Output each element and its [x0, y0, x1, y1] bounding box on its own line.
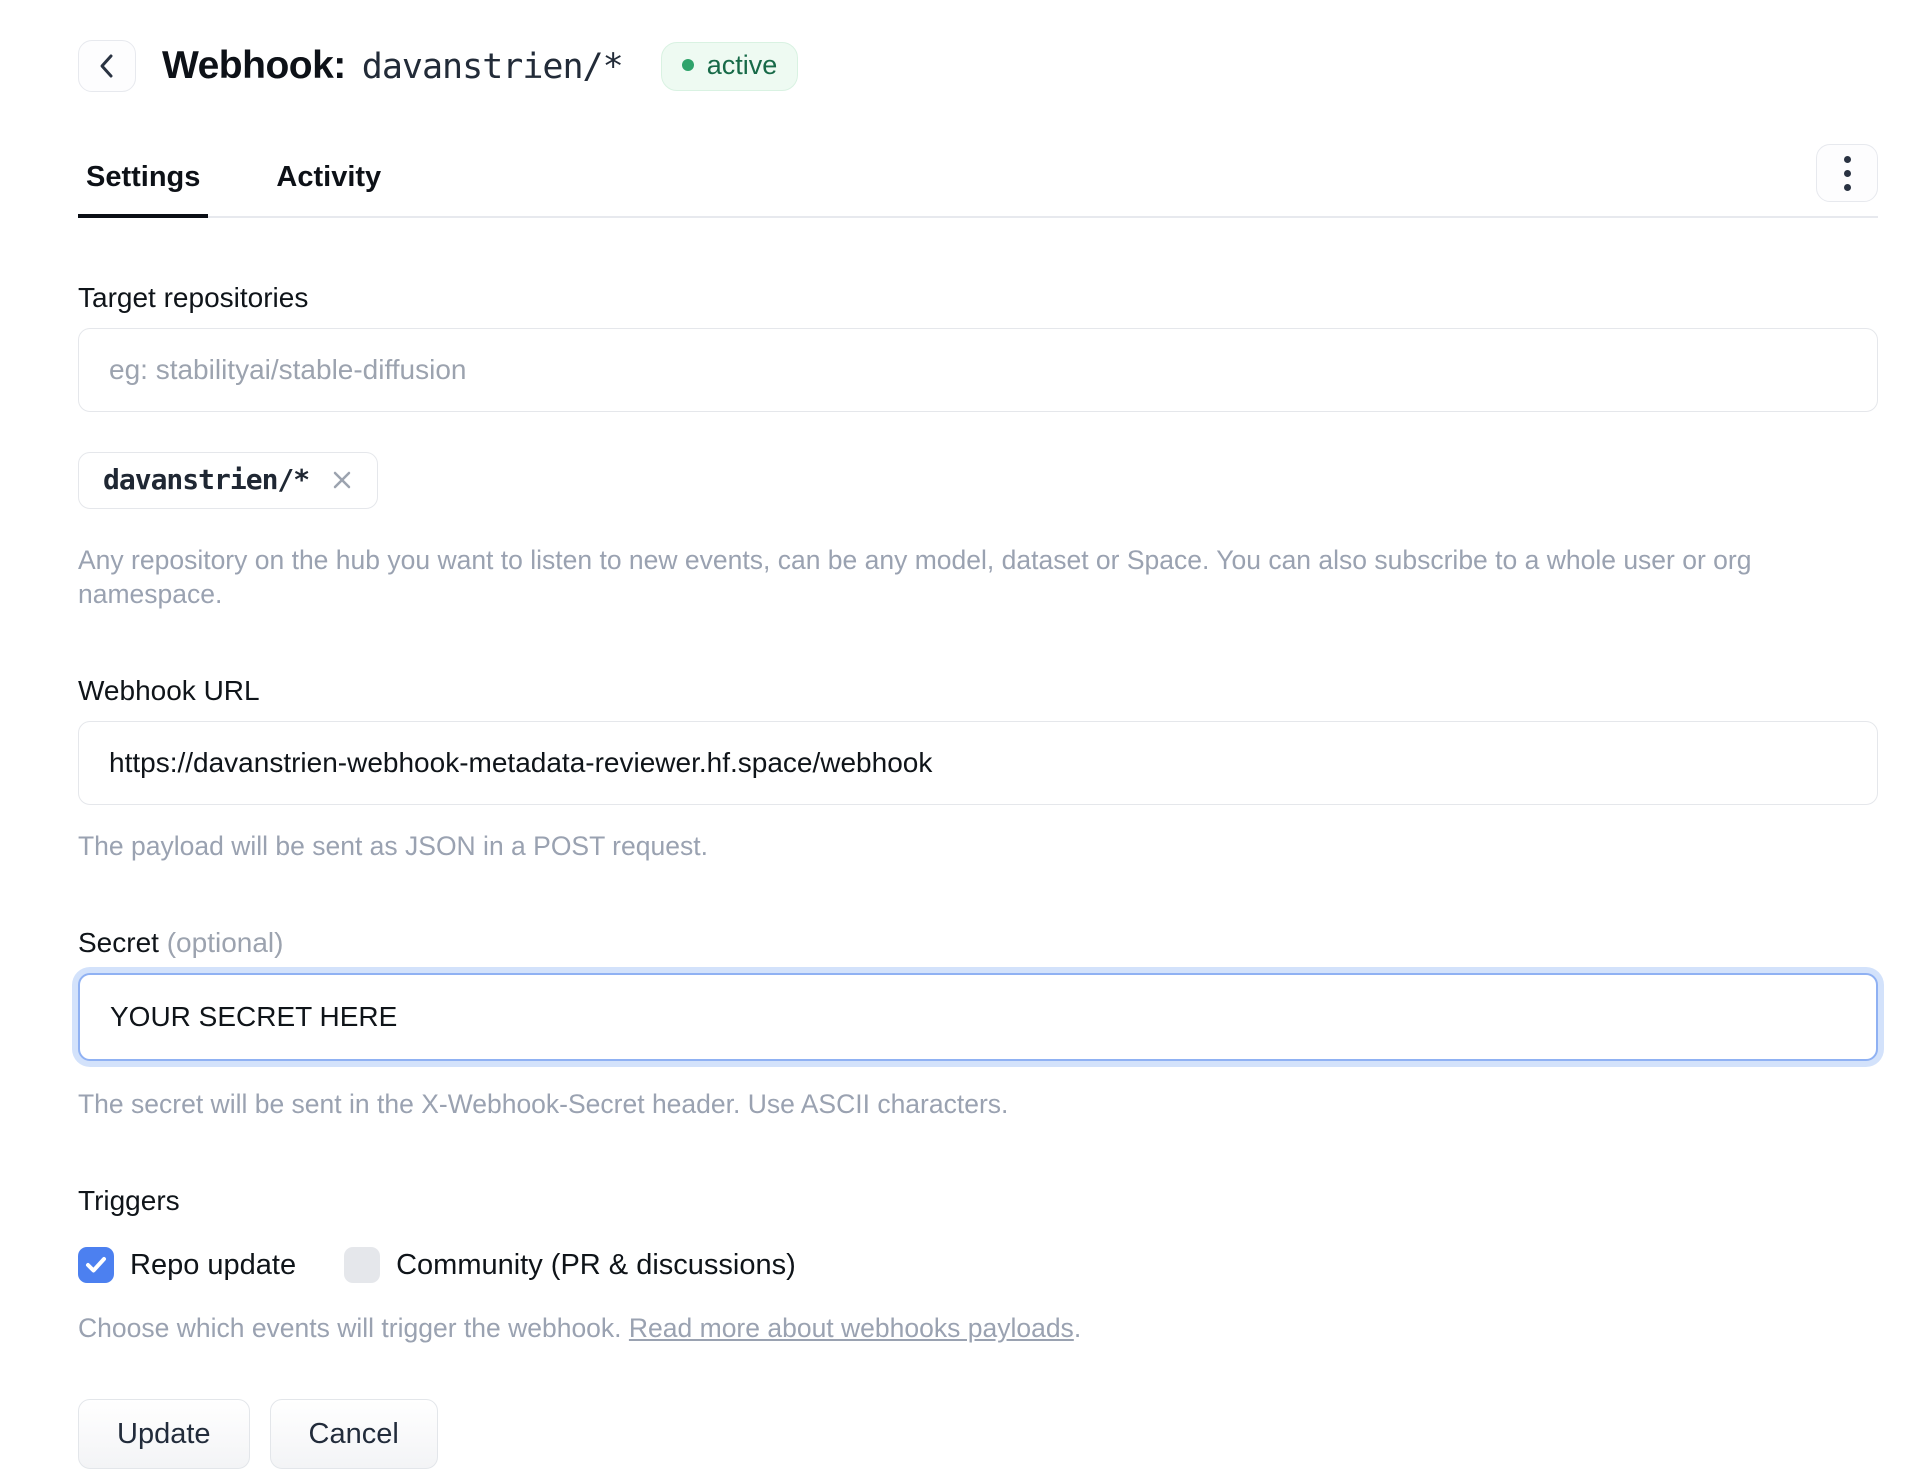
- webhook-url-section: Webhook URL The payload will be sent as …: [78, 673, 1878, 863]
- page-title: Webhook: davanstrien/*: [162, 44, 623, 88]
- webhook-url-input[interactable]: [78, 721, 1878, 805]
- webhooks-payloads-link[interactable]: Read more about webhooks payloads: [629, 1313, 1074, 1343]
- page-title-label: Webhook:: [162, 44, 346, 88]
- webhook-url-help: The payload will be sent as JSON in a PO…: [78, 829, 1878, 863]
- tab-activity[interactable]: Activity: [268, 161, 389, 218]
- webhook-url-label: Webhook URL: [78, 673, 1878, 709]
- form-actions: Update Cancel: [78, 1399, 1878, 1469]
- tab-bar: Settings Activity: [78, 144, 1878, 218]
- triggers-options: Repo update Community (PR & discussions): [78, 1247, 1878, 1283]
- repo-chip: davanstrien/*: [78, 452, 378, 509]
- tab-settings[interactable]: Settings: [78, 161, 208, 218]
- triggers-section: Triggers Repo update Community (PR & dis…: [78, 1183, 1878, 1345]
- target-repositories-label: Target repositories: [78, 280, 1878, 316]
- update-button[interactable]: Update: [78, 1399, 250, 1469]
- trigger-repo-update[interactable]: Repo update: [78, 1247, 296, 1283]
- page-header: Webhook: davanstrien/* active: [78, 40, 1878, 92]
- webhook-settings-page: Webhook: davanstrien/* active Settings A…: [0, 0, 1924, 1469]
- target-repositories-section: Target repositories davanstrien/* Any re…: [78, 280, 1878, 611]
- trigger-community[interactable]: Community (PR & discussions): [344, 1247, 796, 1283]
- triggers-help: Choose which events will trigger the web…: [78, 1311, 1878, 1345]
- remove-chip-button[interactable]: [329, 467, 355, 493]
- overflow-menu-button[interactable]: [1816, 144, 1878, 202]
- triggers-help-text: Choose which events will trigger the web…: [78, 1313, 629, 1343]
- kebab-dot-icon: [1844, 156, 1851, 163]
- webhook-name: davanstrien/*: [362, 47, 623, 87]
- triggers-help-period: .: [1074, 1313, 1081, 1343]
- chevron-left-icon: [96, 51, 118, 81]
- repo-chip-label: davanstrien/*: [103, 463, 309, 496]
- repo-chip-row: davanstrien/*: [78, 452, 1878, 509]
- kebab-dot-icon: [1844, 184, 1851, 191]
- secret-optional-text: (optional): [167, 927, 284, 958]
- status-badge: active: [661, 42, 799, 91]
- target-repositories-help: Any repository on the hub you want to li…: [78, 543, 1878, 611]
- repo-update-checkbox[interactable]: [78, 1247, 114, 1283]
- secret-input[interactable]: [78, 973, 1878, 1061]
- secret-label: Secret (optional): [78, 925, 1878, 961]
- status-badge-label: active: [707, 50, 778, 81]
- kebab-dot-icon: [1844, 170, 1851, 177]
- back-button[interactable]: [78, 40, 136, 92]
- triggers-label: Triggers: [78, 1183, 1878, 1219]
- target-repositories-input[interactable]: [78, 328, 1878, 412]
- status-dot-icon: [682, 59, 694, 71]
- cancel-button[interactable]: Cancel: [270, 1399, 438, 1469]
- tab-list: Settings Activity: [78, 161, 389, 216]
- community-checkbox[interactable]: [344, 1247, 380, 1283]
- secret-section: Secret (optional) The secret will be sen…: [78, 925, 1878, 1121]
- secret-label-text: Secret: [78, 927, 159, 958]
- secret-help: The secret will be sent in the X-Webhook…: [78, 1087, 1878, 1121]
- community-label: Community (PR & discussions): [396, 1249, 796, 1282]
- repo-update-label: Repo update: [130, 1249, 296, 1282]
- check-icon: [85, 1256, 107, 1274]
- close-icon: [329, 467, 355, 493]
